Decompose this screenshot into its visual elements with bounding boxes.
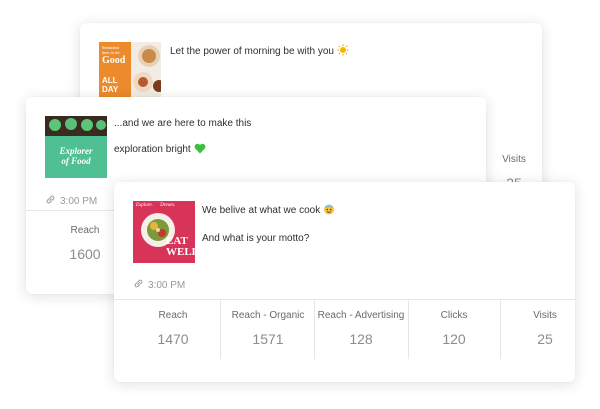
- thumb-text: DAY: [102, 85, 119, 94]
- thumb-text: ALL: [102, 76, 118, 85]
- stat-label: Visits: [502, 154, 526, 165]
- link-icon[interactable]: [45, 194, 56, 208]
- stat-reach: Reach 1600: [46, 225, 124, 262]
- post-card-eatwell[interactable]: Explore. Dream. EAT WELL We belive at wh…: [114, 182, 575, 382]
- smiley-face-icon: [323, 203, 335, 220]
- post-caption-line: And what is your motto?: [202, 233, 310, 244]
- post-time: 3:00 PM: [45, 194, 97, 208]
- stat-value: 25: [537, 331, 553, 347]
- post-caption-line: We belive at what we cook: [202, 205, 321, 216]
- stat-reach-advertising: Reach - Advertising 128: [314, 310, 408, 347]
- sun-icon: [337, 44, 349, 61]
- stat-value: 1571: [252, 331, 284, 347]
- post-caption-line: exploration bright: [114, 144, 191, 155]
- post-caption-line: ...and we are here to make this: [114, 118, 252, 129]
- post-text: ...and we are here to make this explorat…: [114, 117, 251, 159]
- stat-visits: Visits 25: [500, 310, 575, 347]
- stat-divider: [220, 299, 221, 359]
- thumb-text: Dream.: [160, 203, 176, 208]
- time-text: 3:00 PM: [148, 279, 186, 291]
- stat-clicks: Clicks 120: [408, 310, 500, 347]
- thumb-text: of Food: [61, 156, 91, 166]
- stat-label: Reach - Advertising: [317, 310, 405, 321]
- post-caption: Let the power of morning be with you: [170, 46, 334, 57]
- stat-label: Visits: [533, 310, 557, 321]
- stat-value: 1600: [69, 246, 101, 262]
- thumb-text: Good: [102, 55, 126, 66]
- post-text: Let the power of morning be with you: [170, 44, 349, 61]
- stat-value: 120: [442, 331, 466, 347]
- stat-label: Reach: [70, 225, 100, 236]
- stat-label: Clicks: [440, 310, 468, 321]
- post-thumbnail-explorer[interactable]: Explorer of Food: [45, 116, 107, 178]
- stat-value: 128: [349, 331, 373, 347]
- thumb-text: WELL: [166, 246, 195, 258]
- post-thumbnail-breakfast[interactable]: Breakfast time to be Good ALL DAY: [99, 42, 161, 98]
- post-time: 3:00 PM: [133, 278, 185, 292]
- stat-reach-organic: Reach - Organic 1571: [222, 310, 314, 347]
- green-heart-icon: [194, 143, 206, 159]
- thumb-text: Explorer: [59, 146, 93, 156]
- thumb-text: Explore.: [136, 203, 153, 208]
- post-thumbnail-eatwell[interactable]: Explore. Dream. EAT WELL: [133, 201, 195, 263]
- divider: [114, 299, 575, 300]
- stat-label: Reach: [158, 310, 188, 321]
- link-icon[interactable]: [133, 278, 144, 292]
- stat-value: 1470: [157, 331, 189, 347]
- stat-reach: Reach 1470: [128, 310, 218, 347]
- stat-label: Reach - Organic: [231, 310, 305, 321]
- post-text: We belive at what we cook And what is yo…: [202, 203, 335, 246]
- time-text: 3:00 PM: [60, 195, 98, 207]
